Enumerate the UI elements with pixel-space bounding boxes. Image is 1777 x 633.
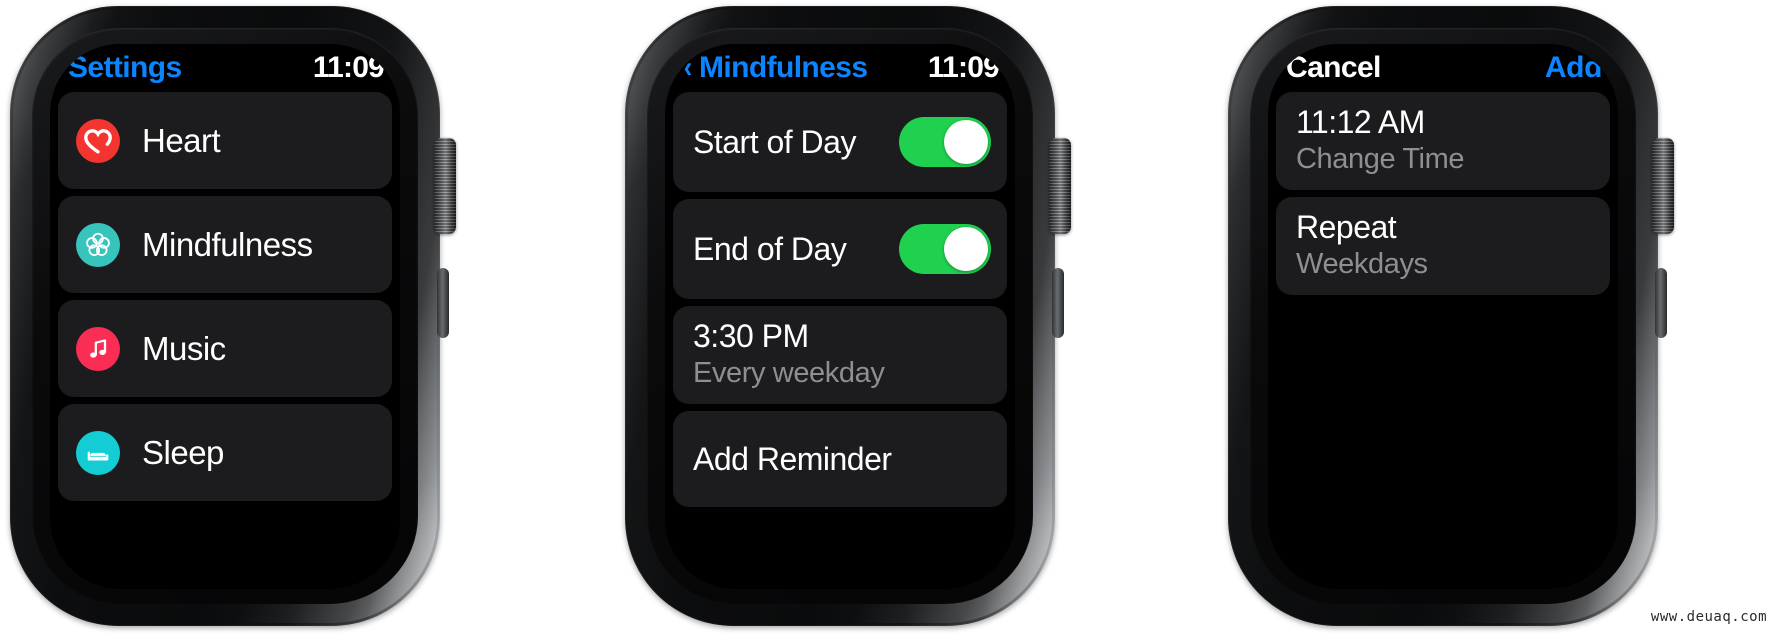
reminder-repeat: Every weekday [693,357,885,390]
list-item-end-of-day[interactable]: End of Day [673,199,1007,299]
digital-crown[interactable] [434,138,456,234]
add-button[interactable]: Add [1545,51,1603,85]
toggle-label: Start of Day [693,123,856,160]
apple-watch-settings: Settings 11:09 Heart Mindfulness Music S… [10,6,456,626]
list-item-music[interactable]: Music [58,300,392,397]
repeat-value: Weekdays [1296,248,1428,281]
toggle-knob [944,120,988,164]
side-button[interactable] [437,268,449,338]
settings-list: Heart Mindfulness Music Sleep [50,92,400,501]
digital-crown[interactable] [1049,138,1071,234]
list-item-change-time[interactable]: 11:12 AM Change Time [1276,92,1610,190]
heart-icon [76,118,120,163]
list-item-reminder-330pm[interactable]: 3:30 PM Every weekday [673,306,1007,404]
cancel-button[interactable]: Cancel [1286,51,1381,85]
list-item-label: Heart [142,121,221,159]
change-time-label: Change Time [1296,143,1465,176]
list-item-label: Music [142,329,226,367]
list-item-sleep[interactable]: Sleep [58,404,392,501]
page-title[interactable]: Mindfulness [699,51,868,85]
watch-screen-settings: Settings 11:09 Heart Mindfulness Music S… [50,44,400,589]
status-clock: 11:09 [927,51,1000,84]
side-button[interactable] [1052,268,1064,338]
site-watermark: www.deuaq.com [1650,609,1767,625]
toggle-knob [944,227,988,271]
list-item-repeat[interactable]: Repeat Weekdays [1276,197,1610,295]
add-reminder-label: Add Reminder [693,440,892,477]
back-chevron-icon[interactable]: ‹ [684,53,693,83]
navbar: ‹ Mindfulness 11:09 [665,44,1015,92]
new-reminder-list: 11:12 AM Change Time Repeat Weekdays [1268,92,1618,295]
list-item-start-of-day[interactable]: Start of Day [673,92,1007,192]
mindfulness-list: Start of Day End of Day 3:30 PM Every we… [665,92,1015,507]
list-item-label: Mindfulness [142,225,313,263]
reminder-time: 3:30 PM [693,318,809,355]
page-title: Settings [68,51,182,84]
list-item-mindfulness[interactable]: Mindfulness [58,196,392,293]
start-of-day-toggle[interactable] [899,117,991,167]
watch-screen-new-reminder: Cancel Add 11:12 AM Change Time Repeat W… [1268,44,1618,589]
mindfulness-icon [76,222,120,267]
apple-watch-new-reminder: Cancel Add 11:12 AM Change Time Repeat W… [1228,6,1674,626]
music-note-icon [76,326,120,371]
digital-crown[interactable] [1652,138,1674,234]
list-item-label: Sleep [142,433,224,471]
side-button[interactable] [1655,268,1667,338]
watch-screen-mindfulness: ‹ Mindfulness 11:09 Start of Day End of … [665,44,1015,589]
navbar: Settings 11:09 [50,44,400,92]
list-item-heart[interactable]: Heart [58,92,392,189]
status-clock: 11:09 [312,51,385,84]
toggle-label: End of Day [693,230,847,267]
reminder-time-value: 11:12 AM [1296,104,1425,141]
repeat-label: Repeat [1296,209,1397,246]
apple-watch-mindfulness: ‹ Mindfulness 11:09 Start of Day End of … [625,6,1071,626]
end-of-day-toggle[interactable] [899,224,991,274]
navbar: Cancel Add [1268,44,1618,92]
bed-icon [76,430,120,475]
add-reminder-button[interactable]: Add Reminder [673,411,1007,507]
